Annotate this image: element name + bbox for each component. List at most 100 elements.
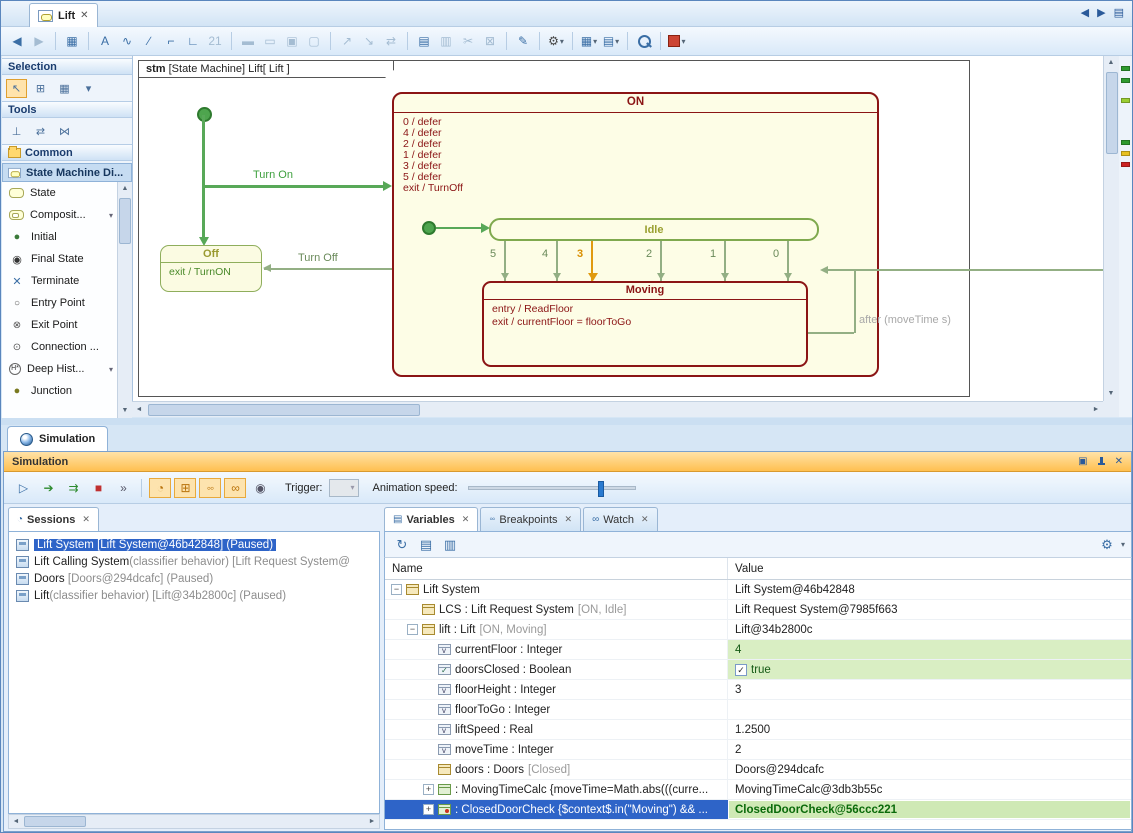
animation-speed-slider[interactable] bbox=[468, 486, 636, 490]
scroll-thumb[interactable] bbox=[1106, 72, 1118, 154]
copy-icon[interactable]: ▥ bbox=[436, 31, 456, 51]
resume-icon[interactable]: ➔ bbox=[37, 478, 59, 498]
tab-simulation[interactable]: Simulation bbox=[7, 426, 108, 451]
scroll-right-icon[interactable]: ► bbox=[365, 815, 379, 829]
palette-item-exitpoint[interactable]: ⊗Exit Point bbox=[2, 314, 117, 336]
session-item[interactable]: Doors [Doors@294dcafc] (Paused) bbox=[9, 570, 379, 587]
table-row[interactable]: liftSpeed : Real1.2500 bbox=[385, 720, 1131, 740]
gear-icon[interactable]: ⚙ bbox=[1096, 535, 1118, 555]
selection-section-header[interactable]: Selection bbox=[2, 58, 132, 75]
annotation-mark[interactable] bbox=[1121, 66, 1130, 71]
table-row[interactable]: floorToGo : Integer bbox=[385, 700, 1131, 720]
table-row[interactable]: +: MovingTimeCalc {moveTime=Math.abs(((c… bbox=[385, 780, 1131, 800]
scroll-left-icon[interactable]: ◄ bbox=[9, 815, 23, 829]
palette-item-junction[interactable]: ●Junction bbox=[2, 380, 117, 402]
table-row[interactable]: −lift : Lift [ON, Moving]Lift@34b2800c bbox=[385, 620, 1131, 640]
floor-transition-label[interactable]: 5 bbox=[490, 248, 496, 260]
containment-toggle-icon[interactable]: ⊞ bbox=[174, 478, 196, 498]
scroll-thumb[interactable] bbox=[148, 404, 420, 416]
scroll-down-icon[interactable]: ▼ bbox=[118, 404, 132, 418]
layout-options-icon[interactable]: ▤▾ bbox=[601, 31, 621, 51]
checkbox-icon[interactable]: ✓ bbox=[735, 664, 747, 676]
annotation-mark[interactable] bbox=[1121, 78, 1130, 83]
palette-item-state[interactable]: State bbox=[2, 182, 117, 204]
selection-options-dropdown-icon[interactable]: ▾ bbox=[78, 79, 99, 98]
turn-off-transition-line[interactable] bbox=[264, 268, 392, 270]
expander-icon[interactable]: + bbox=[423, 804, 434, 815]
state-idle[interactable]: Idle bbox=[489, 218, 819, 241]
tab-variables[interactable]: ▤Variables✕ bbox=[384, 507, 478, 532]
marquee-select-tool-icon[interactable]: ⊞ bbox=[30, 79, 51, 98]
terminate-icon[interactable]: ■ bbox=[87, 478, 109, 498]
session-item[interactable]: Lift System [Lift System@46b42848] (Paus… bbox=[9, 536, 379, 553]
scroll-thumb[interactable] bbox=[24, 816, 86, 827]
animate-toggle-icon[interactable]: ◔ bbox=[149, 478, 171, 498]
arrange-up-icon[interactable]: ↗ bbox=[337, 31, 357, 51]
align-center-icon[interactable]: ▭ bbox=[260, 31, 280, 51]
diagram-vertical-scrollbar[interactable]: ▲ ▼ bbox=[1103, 56, 1119, 401]
initial-pseudostate[interactable] bbox=[422, 221, 436, 235]
palette-item-entrypoint[interactable]: ○Entry Point bbox=[2, 292, 117, 314]
table-row[interactable]: currentFloor : Integer4 bbox=[385, 640, 1131, 660]
scroll-thumb[interactable] bbox=[119, 198, 131, 244]
panel-splitter[interactable] bbox=[1, 418, 1132, 425]
palette-item-final[interactable]: ◉Final State bbox=[2, 248, 117, 270]
pointer-tool-icon[interactable]: ↖ bbox=[6, 79, 27, 98]
forward-icon[interactable]: ▶ bbox=[29, 31, 49, 51]
annotation-mark[interactable] bbox=[1121, 98, 1130, 103]
bend-path-icon[interactable]: ∟ bbox=[183, 31, 203, 51]
tab-close-icon[interactable]: ✕ bbox=[462, 514, 470, 525]
match-size-icon[interactable]: ▢ bbox=[304, 31, 324, 51]
floor-transition-label[interactable]: 0 bbox=[773, 248, 779, 260]
step-icon[interactable]: ⇉ bbox=[62, 478, 84, 498]
related-elements-tool-icon[interactable]: ▦ bbox=[54, 79, 75, 98]
table-row[interactable]: +: ClosedDoorCheck {$context$.in("Moving… bbox=[385, 800, 1131, 820]
turn-on-transition-line[interactable] bbox=[204, 185, 386, 188]
distribute-icon[interactable]: ▣ bbox=[282, 31, 302, 51]
initial-transition-line[interactable] bbox=[202, 115, 205, 238]
annotation-mark[interactable] bbox=[1121, 151, 1130, 156]
turn-off-transition-label[interactable]: Turn Off bbox=[298, 252, 338, 264]
renumber-icon[interactable]: 21 bbox=[205, 31, 225, 51]
float-icon[interactable]: ▣ bbox=[1078, 456, 1087, 467]
endless-toggle-icon[interactable]: ∞ bbox=[224, 478, 246, 498]
arrange-down-icon[interactable]: ↘ bbox=[359, 31, 379, 51]
align-left-icon[interactable]: ▬ bbox=[238, 31, 258, 51]
after-transition-line[interactable] bbox=[827, 269, 1103, 271]
tab-close-icon[interactable]: ✕ bbox=[641, 514, 649, 525]
tab-close-icon[interactable]: ✕ bbox=[565, 514, 573, 525]
table-row[interactable]: doors : Doors [Closed]Doors@294dcafc bbox=[385, 760, 1131, 780]
curve-path-icon[interactable]: ∿ bbox=[117, 31, 137, 51]
after-transition-label[interactable]: after (moveTime s) bbox=[859, 314, 951, 326]
sessions-scrollbar[interactable]: ◄ ► bbox=[8, 814, 380, 829]
after-transition-line[interactable] bbox=[854, 270, 856, 333]
tab-list-icon[interactable]: ▤ bbox=[1114, 6, 1124, 19]
options-toggle-icon[interactable]: ◦◦ bbox=[199, 478, 221, 498]
column-header-value[interactable]: Value bbox=[728, 558, 1131, 579]
resize-tool-icon[interactable]: ⋈ bbox=[54, 122, 75, 141]
tools-section-header[interactable]: Tools bbox=[2, 101, 132, 118]
previous-tab-icon[interactable]: ◀ bbox=[1081, 6, 1089, 19]
tab-breakpoints[interactable]: ◦◦Breakpoints✕ bbox=[480, 507, 581, 532]
floor-transition-label[interactable]: 4 bbox=[542, 248, 548, 260]
tab-lift[interactable]: Lift ✕ bbox=[29, 3, 98, 27]
table-row[interactable]: floorHeight : Integer3 bbox=[385, 680, 1131, 700]
more-commands-icon[interactable]: » bbox=[112, 478, 134, 498]
annotation-mark[interactable] bbox=[1121, 140, 1130, 145]
state-moving[interactable]: Moving entry / ReadFloorexit / currentFl… bbox=[482, 281, 808, 367]
expander-icon[interactable]: − bbox=[391, 584, 402, 595]
close-icon[interactable]: ✕ bbox=[1115, 456, 1123, 467]
floor-transition-label[interactable]: 3 bbox=[577, 248, 583, 260]
sidebar-scrollbar[interactable]: ▲ ▼ bbox=[117, 182, 132, 418]
collapse-all-icon[interactable]: ▥ bbox=[439, 535, 461, 555]
palette-item-deephistory[interactable]: H*Deep Hist...▾ bbox=[2, 358, 117, 380]
delete-icon[interactable]: ⊠ bbox=[480, 31, 500, 51]
export-icon[interactable]: ▤ bbox=[415, 535, 437, 555]
session-item[interactable]: Lift Calling System(classifier behavior)… bbox=[9, 553, 379, 570]
table-row[interactable]: LCS : Lift Request System [ON, Idle]Lift… bbox=[385, 600, 1131, 620]
back-icon[interactable]: ◀ bbox=[7, 31, 27, 51]
tab-close-icon[interactable]: ✕ bbox=[82, 514, 90, 525]
simulation-panel-header[interactable]: Simulation ▣ ✕ bbox=[4, 452, 1131, 472]
diagram-horizontal-scrollbar[interactable]: ◄ ► bbox=[132, 401, 1103, 417]
expander-icon[interactable]: − bbox=[407, 624, 418, 635]
